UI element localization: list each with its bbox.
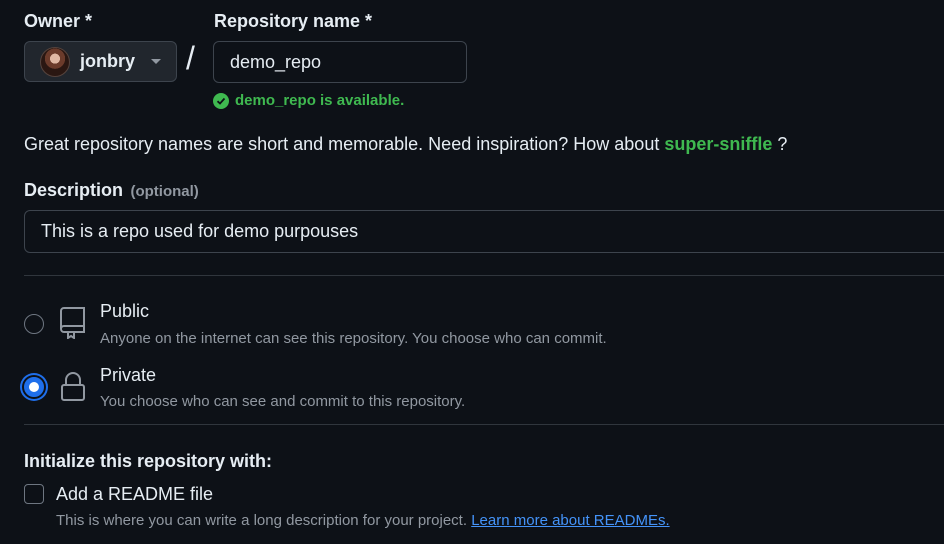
hint-text: Great repository names are short and mem… [24,134,660,154]
repo-icon [60,307,86,344]
hint-suffix: ? [777,134,788,154]
readme-subtitle-group: This is where you can write a long descr… [56,512,670,529]
divider [24,275,944,276]
private-subtitle: You choose who can see and commit to thi… [100,393,466,410]
owner-dropdown[interactable]: jonbry [24,41,177,82]
learn-more-readmes-link[interactable]: Learn more about READMEs. [471,512,669,529]
repo-name-input[interactable] [213,41,467,83]
avatar [40,46,70,77]
readme-subtitle: This is where you can write a long descr… [56,512,468,529]
private-title: Private [100,365,157,385]
owner-label: Owner * [24,11,93,31]
availability-text: demo_repo is available. [235,92,405,109]
optional-tag: (optional) [130,183,199,200]
description-input[interactable] [24,210,944,253]
name-hint: Great repository names are short and mem… [24,134,787,155]
description-label-group: Description (optional) [24,180,199,201]
caret-down-icon [151,59,162,64]
readme-checkbox[interactable] [24,484,44,504]
check-circle-icon [213,92,229,109]
public-radio[interactable] [24,314,44,334]
description-label: Description [24,180,124,200]
owner-name: jonbry [80,51,136,71]
lock-icon [60,372,86,407]
repo-name-label: Repository name * [214,11,373,31]
owner-repo-separator: / [186,40,195,76]
initialize-label: Initialize this repository with: [24,451,273,471]
public-title: Public [100,301,150,321]
private-radio[interactable] [24,377,44,397]
divider [24,424,944,425]
availability-message: demo_repo is available. [213,92,404,109]
public-subtitle: Anyone on the internet can see this repo… [100,330,607,347]
name-suggestion[interactable]: super-sniffle [664,134,772,154]
readme-title: Add a README file [56,484,214,504]
